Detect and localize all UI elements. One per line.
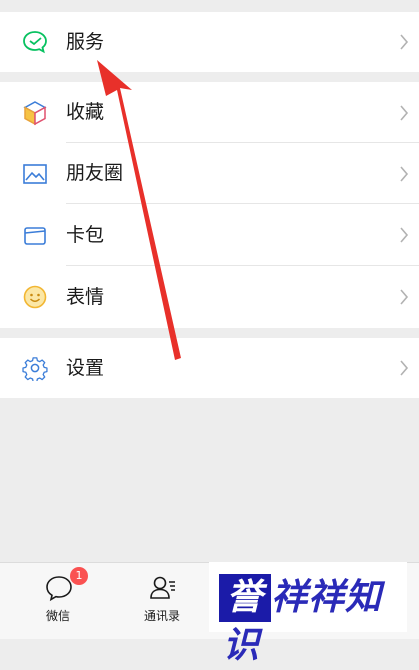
chevron-right-icon — [400, 166, 409, 182]
chevron-right-icon — [400, 34, 409, 50]
services-label: 服务 — [66, 31, 105, 53]
card-icon — [22, 223, 48, 249]
gear-icon — [22, 355, 48, 383]
image-icon — [22, 161, 48, 187]
settings-label: 设置 — [66, 357, 105, 379]
tab-chats-label: 微信 — [45, 609, 70, 623]
watermark: 誉祥祥知识 — [209, 562, 407, 666]
chevron-right-icon — [400, 105, 409, 121]
chevron-right-icon — [400, 360, 409, 376]
menu-row-favorites[interactable]: 收藏 — [0, 82, 419, 143]
menu-row-stickers[interactable]: 表情 — [0, 266, 419, 328]
chevron-right-icon — [400, 227, 409, 243]
chevron-right-icon — [400, 289, 409, 305]
favorites-label: 收藏 — [66, 101, 105, 123]
services-icon — [22, 29, 48, 55]
watermark-text: 誉祥祥知识 — [223, 577, 383, 666]
cards-label: 卡包 — [66, 224, 105, 246]
tab-chats[interactable]: 1 微信 — [8, 563, 108, 639]
tab-contacts[interactable]: 通讯录 — [112, 563, 212, 639]
tab-contacts-label: 通讯录 — [143, 609, 180, 623]
smile-icon — [22, 284, 48, 310]
cube-icon — [22, 100, 48, 126]
menu-row-moments[interactable]: 朋友圈 — [0, 143, 419, 204]
menu-row-settings[interactable]: 设置 — [0, 338, 419, 398]
contacts-icon — [148, 573, 178, 603]
menu-row-cards[interactable]: 卡包 — [0, 204, 419, 266]
unread-badge: 1 — [70, 567, 88, 585]
stickers-label: 表情 — [66, 286, 105, 308]
moments-label: 朋友圈 — [66, 162, 124, 184]
menu-row-services[interactable]: 服务 — [0, 12, 419, 72]
